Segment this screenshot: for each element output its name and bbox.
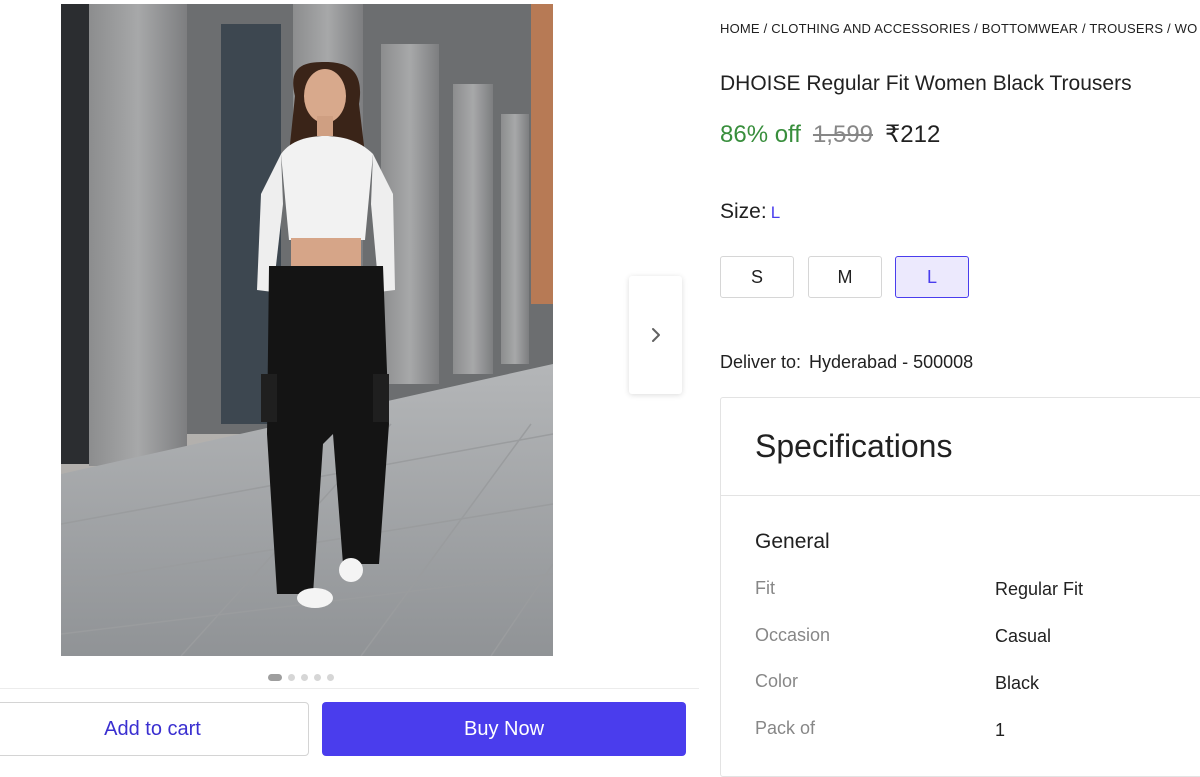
original-price: 1,599 — [812, 121, 874, 148]
gallery-dot-2[interactable] — [288, 673, 295, 681]
spec-value: Black — [995, 673, 1040, 693]
spec-label: Fit — [755, 578, 775, 598]
selected-size: L — [770, 203, 781, 222]
gallery-dot-5[interactable] — [327, 673, 334, 681]
spec-value: 1 — [995, 720, 1006, 740]
gallery-dot-1[interactable] — [268, 673, 282, 681]
chevron-right-icon — [651, 328, 660, 342]
spec-label: Pack of — [755, 718, 816, 738]
spec-group-title: General — [755, 530, 830, 553]
breadcrumb[interactable]: HOME / CLOTHING AND ACCESSORIES / BOTTOM… — [720, 21, 1197, 36]
buy-now-button[interactable]: Buy Now — [322, 702, 686, 756]
add-to-cart-button[interactable]: Add to cart — [0, 702, 309, 756]
delivery-location: Hyderabad - 500008 — [809, 352, 974, 372]
size-heading: Size: L — [720, 200, 780, 224]
size-label: Size: — [720, 200, 767, 223]
size-option-m[interactable]: M — [808, 256, 882, 298]
specifications-title: Specifications — [755, 428, 953, 464]
selling-price: ₹212 — [885, 121, 941, 148]
actions-divider — [0, 688, 699, 689]
spec-value: Casual — [995, 626, 1052, 646]
size-option-s[interactable]: S — [720, 256, 794, 298]
next-image-button[interactable] — [629, 276, 682, 394]
spec-label: Occasion — [755, 625, 831, 645]
deliver-label: Deliver to: — [720, 352, 802, 372]
product-title: DHOISE Regular Fit Women Black Trousers — [720, 72, 1132, 95]
delivery-info[interactable]: Deliver to: Hyderabad - 500008 — [720, 352, 973, 373]
gallery-dot-3[interactable] — [301, 673, 308, 681]
price-row: 86% off 1,599 ₹212 — [720, 120, 940, 149]
product-photo — [61, 4, 553, 656]
spec-label: Color — [755, 671, 799, 691]
spec-value: Regular Fit — [995, 579, 1084, 599]
gallery-pagination — [268, 673, 334, 681]
specifications-card: Specifications General Fit Regular Fit O… — [720, 397, 1200, 777]
size-option-l[interactable]: L — [895, 256, 969, 298]
specifications-divider — [721, 495, 1200, 496]
product-image[interactable] — [61, 4, 553, 656]
gallery-dot-4[interactable] — [314, 673, 321, 681]
discount-percent: 86% off — [720, 121, 801, 148]
